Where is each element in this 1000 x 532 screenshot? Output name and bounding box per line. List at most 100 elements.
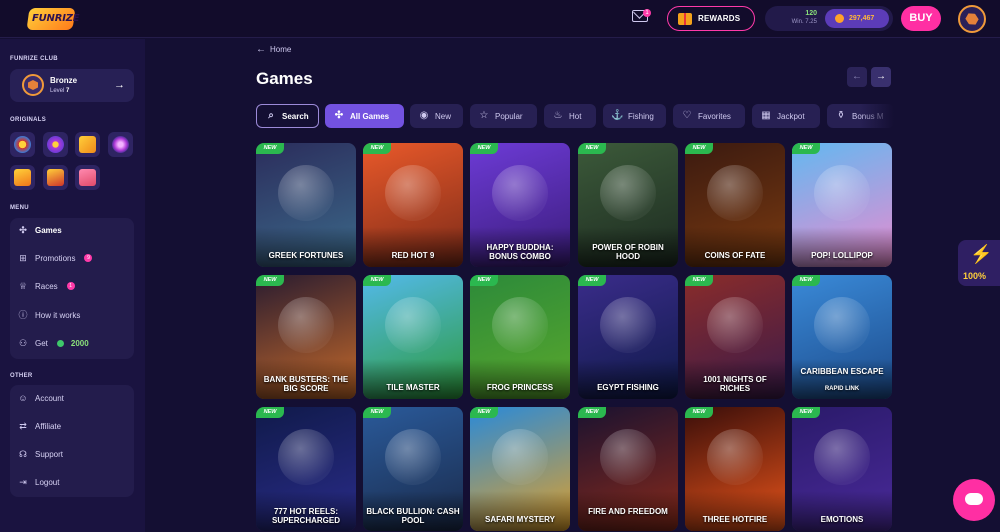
menu-item-affiliate[interactable]: ⇄ Affiliate: [18, 419, 61, 433]
game-tile[interactable]: NEW HAPPY BUDDHA: BONUS COMBO: [470, 143, 570, 267]
next-button[interactable]: →: [871, 67, 891, 87]
game-title: TILE MASTER: [386, 383, 440, 392]
game-character: [385, 429, 441, 485]
club-level: Level 7: [50, 88, 69, 94]
category-label: Fishing: [628, 111, 654, 121]
trophy-game-icon: [47, 169, 64, 186]
category-fishing[interactable]: ⚓ Fishing: [603, 104, 666, 128]
game-title: POP! LOLLIPOP: [811, 251, 873, 260]
balance-widget[interactable]: 120 Win. 7.25 297,467: [765, 6, 893, 31]
title-shade: [685, 491, 785, 531]
category-search[interactable]: ⌕ Search: [256, 104, 319, 128]
menu-item-games[interactable]: ✣ Games: [18, 223, 61, 237]
categories-fade: [860, 100, 894, 130]
sidebar: FUNRIZE CLUB Bronze Level 7 → ORIGINALS …: [0, 39, 145, 532]
original-game-lightning[interactable]: [10, 165, 35, 190]
wheel-icon: [14, 136, 31, 153]
new-badge: NEW: [792, 143, 820, 154]
games-icon: ✣: [19, 225, 27, 235]
get-value: 2000: [70, 338, 89, 348]
game-title: FROG PRINCESS: [486, 383, 554, 392]
game-tile[interactable]: NEW BANK BUSTERS: THE BIG SCORE: [256, 275, 356, 399]
title-shade: [792, 227, 892, 267]
coin-balance[interactable]: 297,467: [825, 9, 889, 28]
game-tile[interactable]: NEW COINS OF FATE: [685, 143, 785, 267]
game-tile[interactable]: NEW 777 HOT REELS: SUPERCHARGED: [256, 407, 356, 531]
game-tile[interactable]: NEW BLACK BULLION: CASH POOL: [363, 407, 463, 531]
original-game-bonus[interactable]: [75, 132, 100, 157]
gem-icon: [56, 339, 64, 347]
prev-button[interactable]: ←: [847, 67, 867, 87]
category-new[interactable]: ◉ New: [410, 104, 463, 128]
game-tile[interactable]: NEW CARIBBEAN ESCAPE RAPID LINK: [792, 275, 892, 399]
new-badge: NEW: [685, 275, 713, 286]
category-jackpot[interactable]: ▦ Jackpot: [752, 104, 820, 128]
original-game-orb[interactable]: [108, 132, 133, 157]
new-badge: NEW: [470, 407, 498, 418]
boost-widget[interactable]: ⚡ 100%: [958, 240, 1000, 286]
buy-button[interactable]: BUY: [901, 6, 941, 31]
game-title: GREEK FORTUNES: [268, 251, 344, 260]
menu-item-get[interactable]: ⚇ Get 2000: [18, 336, 89, 350]
menu-item-label: Promotions: [35, 253, 76, 263]
menu-item-promotions[interactable]: ⊞ Promotions 9: [18, 251, 93, 265]
avatar[interactable]: [958, 5, 986, 33]
title-shade: [578, 359, 678, 399]
original-game-trophy[interactable]: [43, 165, 68, 190]
breadcrumb[interactable]: ← Home: [256, 44, 291, 55]
original-game-dice[interactable]: [43, 132, 68, 157]
game-tile[interactable]: NEW FROG PRINCESS: [470, 275, 570, 399]
rewards-button[interactable]: REWARDS: [667, 6, 755, 31]
original-game-scratch[interactable]: [75, 165, 100, 190]
new-badge: NEW: [792, 275, 820, 286]
game-tile[interactable]: NEW FIRE AND FREEDOM: [578, 407, 678, 531]
original-game-wheel[interactable]: [10, 132, 35, 157]
new-badge: NEW: [363, 275, 391, 286]
menu-item-races[interactable]: ♕ Races 1: [18, 279, 75, 293]
game-tile[interactable]: NEW RED HOT 9: [363, 143, 463, 267]
gift-icon: [678, 12, 692, 25]
club-section-label: FUNRIZE CLUB: [10, 56, 58, 62]
funrize-logo[interactable]: FUNRIZE: [26, 8, 80, 30]
search-icon: ⌕: [268, 110, 274, 121]
menu-item-account[interactable]: ☺ Account: [18, 391, 64, 405]
game-character: [707, 297, 763, 353]
title-shade: [792, 491, 892, 531]
arrow-right-icon: →: [114, 79, 125, 91]
game-tile[interactable]: NEW POP! LOLLIPOP: [792, 143, 892, 267]
game-tile[interactable]: NEW GREEK FORTUNES: [256, 143, 356, 267]
chat-button[interactable]: [953, 479, 995, 521]
info-icon: ⓘ: [18, 310, 28, 320]
page-title: Games: [256, 69, 313, 88]
all-games-icon: ✣: [334, 110, 344, 121]
category-popular[interactable]: ☆ Popular: [470, 104, 537, 128]
club-card[interactable]: Bronze Level 7 →: [10, 69, 134, 102]
game-tile[interactable]: NEW THREE HOTFIRE: [685, 407, 785, 531]
game-tile[interactable]: NEW TILE MASTER: [363, 275, 463, 399]
category-label: Hot: [569, 111, 582, 121]
game-title: RED HOT 9: [391, 251, 435, 260]
menu-item-how-it-works[interactable]: ⓘ How it works: [18, 308, 80, 322]
game-tile[interactable]: NEW 1001 NIGHTS OF RICHES: [685, 275, 785, 399]
jackpot-icon: ▦: [761, 110, 771, 121]
game-tile[interactable]: NEW POWER OF ROBIN HOOD: [578, 143, 678, 267]
category-hot[interactable]: ♨ Hot: [544, 104, 596, 128]
dice-icon: [47, 136, 64, 153]
category-all-games[interactable]: ✣ All Games: [325, 104, 404, 128]
game-tile[interactable]: NEW EMOTIONS: [792, 407, 892, 531]
new-badge: NEW: [685, 407, 713, 418]
menu-section-label: MENU: [10, 205, 29, 211]
game-tile[interactable]: NEW SAFARI MYSTERY: [470, 407, 570, 531]
new-badge: NEW: [792, 407, 820, 418]
title-shade: [792, 359, 892, 399]
menu-item-support[interactable]: ☊ Support: [18, 447, 63, 461]
game-title: HAPPY BUDDHA: BONUS COMBO: [486, 243, 554, 261]
game-title: FIRE AND FREEDOM: [588, 507, 668, 516]
star-icon: ☆: [479, 110, 489, 121]
heart-icon: ♡: [682, 110, 692, 121]
category-favorites[interactable]: ♡ Favorites: [673, 104, 745, 128]
menu-item-logout[interactable]: ⇥ Logout: [18, 475, 59, 489]
menu-item-label: Logout: [35, 477, 60, 487]
game-tile[interactable]: NEW EGYPT FISHING: [578, 275, 678, 399]
scratch-icon: [79, 169, 96, 186]
